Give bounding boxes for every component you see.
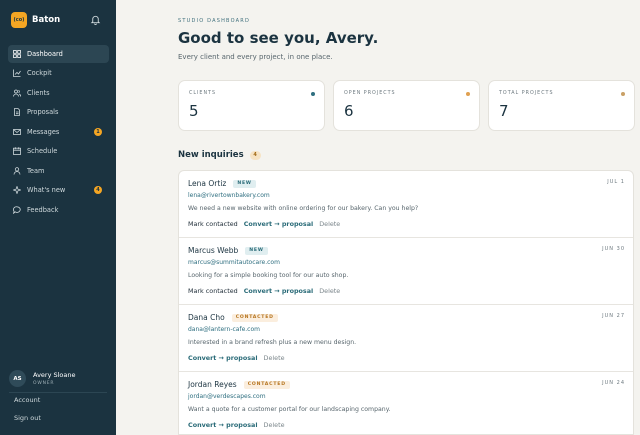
sidebar: (co) Baton Dashboard Cockpit Clients Pro…: [0, 0, 116, 435]
stat-label: TOTAL PROJECTS: [499, 91, 554, 96]
inquiry-name: Dana Cho: [188, 313, 225, 322]
mark-contacted-button[interactable]: Mark contacted: [188, 287, 238, 295]
inquiry-message: Want a quote for a customer portal for o…: [188, 406, 391, 413]
stat-label: OPEN PROJECTS: [344, 91, 396, 96]
inquiry-item: Jordan Reyes CONTACTED JUN 24 jordan@verd…: [179, 372, 633, 434]
sign-out-link[interactable]: Sign out: [14, 414, 41, 422]
brand-name: Baton: [32, 15, 61, 25]
sidebar-item-dashboard[interactable]: Dashboard: [8, 45, 109, 63]
sidebar-item-label: Messages: [27, 127, 60, 136]
inquiry-message: We need a new website with online orderi…: [188, 205, 419, 212]
bell-icon[interactable]: [90, 14, 101, 25]
delete-button[interactable]: Delete: [264, 421, 285, 429]
user-role: OWNER: [33, 381, 55, 386]
page-subtitle: Every client and every project, in one p…: [178, 53, 333, 61]
sidebar-item-label: Dashboard: [27, 50, 63, 58]
sidebar-divider: [9, 392, 107, 393]
delete-button[interactable]: Delete: [319, 287, 340, 295]
stat-card-clients[interactable]: CLIENTS 5: [178, 80, 325, 131]
convert-proposal-button[interactable]: Convert → proposal: [188, 421, 258, 429]
inquiry-email[interactable]: jordan@verdescapes.com: [188, 393, 266, 400]
sidebar-item-schedule[interactable]: Schedule: [8, 142, 109, 160]
chart-icon: [13, 69, 21, 78]
stat-value: 6: [344, 102, 354, 120]
stat-label: CLIENTS: [189, 91, 217, 96]
chat-icon: [13, 205, 21, 214]
sidebar-item-whats-new[interactable]: What's new 4: [8, 181, 109, 199]
users-icon: [13, 89, 21, 97]
document-icon: [14, 108, 20, 117]
whats-new-badge: 4: [94, 186, 102, 195]
inquiry-date: JUN 30: [602, 246, 625, 252]
inquiry-email[interactable]: lena@rivertownbakery.com: [188, 192, 270, 199]
inquiry-email[interactable]: marcus@summitautocare.com: [188, 259, 280, 266]
inquiry-date: JUN 24: [602, 380, 625, 386]
sidebar-item-label: Proposals: [27, 108, 59, 117]
inquiry-item: Marcus Webb NEW JUN 30 marcus@summitautoc…: [179, 238, 633, 305]
status-dot: [621, 92, 625, 96]
brand[interactable]: (co) Baton: [11, 11, 60, 29]
status-badge: NEW: [245, 246, 268, 255]
stat-value: 7: [499, 102, 509, 120]
inquiry-name: Lena Ortiz: [188, 179, 227, 188]
inquiry-item: Dana Cho CONTACTED JUN 27 dana@lantern-ca…: [179, 305, 633, 372]
inquiry-message: Looking for a simple booking tool for ou…: [188, 272, 349, 279]
section-title-text: New inquiries: [178, 150, 244, 160]
messages-badge: 1: [94, 127, 102, 136]
account-link[interactable]: Account: [14, 396, 40, 404]
person-icon: [13, 166, 21, 175]
page-eyebrow: STUDIO DASHBOARD: [178, 18, 250, 24]
sidebar-item-label: Schedule: [27, 147, 58, 156]
status-badge: CONTACTED: [243, 380, 290, 389]
sidebar-item-label: Team: [27, 166, 45, 175]
sidebar-item-clients[interactable]: Clients: [8, 84, 109, 102]
sidebar-item-label: Feedback: [27, 205, 59, 214]
page-title: Good to see you, Avery.: [178, 29, 379, 47]
sidebar-item-messages[interactable]: Messages 1: [8, 123, 109, 141]
user-profile[interactable]: AS Avery Sloane OWNER: [9, 370, 76, 387]
main-content: STUDIO DASHBOARD Good to see you, Avery.…: [116, 0, 640, 435]
inquiry-name: Marcus Webb: [188, 246, 239, 255]
convert-proposal-button[interactable]: Convert → proposal: [244, 220, 314, 228]
stat-card-open-projects[interactable]: OPEN PROJECTS 6: [333, 80, 480, 131]
delete-button[interactable]: Delete: [264, 354, 285, 362]
sidebar-item-team[interactable]: Team: [8, 162, 109, 180]
status-badge: NEW: [233, 179, 256, 188]
avatar: AS: [9, 370, 26, 387]
inquiry-date: JUN 27: [602, 313, 625, 319]
status-dot: [311, 92, 315, 96]
grid-icon: [13, 50, 21, 58]
section-title-inquiries: New inquiries 4: [178, 150, 261, 160]
inquiry-date: JUL 1: [607, 179, 625, 185]
user-name: Avery Sloane: [33, 371, 76, 379]
convert-proposal-button[interactable]: Convert → proposal: [188, 354, 258, 362]
status-badge: CONTACTED: [231, 313, 278, 322]
mark-contacted-button[interactable]: Mark contacted: [188, 220, 238, 228]
stat-card-total-projects[interactable]: TOTAL PROJECTS 7: [488, 80, 635, 131]
calendar-icon: [13, 147, 21, 156]
status-dot: [466, 92, 470, 96]
inquiries-count-badge: 4: [249, 150, 261, 160]
inquiries-list: Lena Ortiz NEW JUL 1 lena@rivertownbakery…: [178, 170, 634, 435]
sidebar-item-label: Cockpit: [27, 69, 52, 78]
sidebar-item-cockpit[interactable]: Cockpit: [8, 64, 109, 82]
sidebar-nav: Dashboard Cockpit Clients Proposals Mess…: [8, 45, 109, 220]
stat-value: 5: [189, 102, 199, 120]
brand-logo: (co): [11, 12, 27, 28]
delete-button[interactable]: Delete: [319, 220, 340, 228]
convert-proposal-button[interactable]: Convert → proposal: [244, 287, 314, 295]
sidebar-item-label: Clients: [27, 88, 50, 97]
sidebar-item-feedback[interactable]: Feedback: [8, 201, 109, 219]
mail-icon: [13, 128, 21, 135]
inquiry-message: Interested in a brand refresh plus a new…: [188, 339, 357, 346]
inquiry-name: Jordan Reyes: [188, 380, 237, 389]
sparkle-icon: [13, 186, 21, 195]
inquiry-item: Lena Ortiz NEW JUL 1 lena@rivertownbakery…: [179, 171, 633, 238]
inquiry-email[interactable]: dana@lantern-cafe.com: [188, 326, 260, 333]
sidebar-item-label: What's new: [27, 186, 66, 195]
sidebar-item-proposals[interactable]: Proposals: [8, 103, 109, 121]
